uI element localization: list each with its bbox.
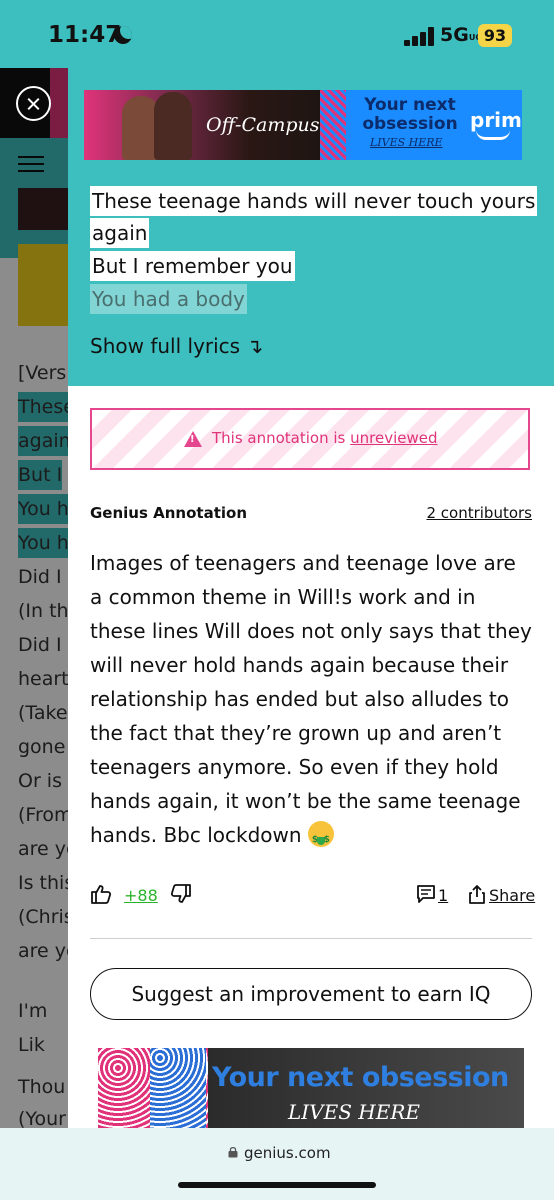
signal-icon <box>404 26 436 46</box>
battery-icon: 93 <box>478 24 512 47</box>
lock-icon <box>228 1146 238 1158</box>
warning-icon <box>184 431 202 447</box>
modal-overlay[interactable] <box>0 68 68 1128</box>
ad-tagline: LIVES HERE <box>288 1100 420 1124</box>
ad-pattern <box>150 1048 206 1128</box>
thumbs-down-icon[interactable] <box>170 884 192 904</box>
contributors-link[interactable]: 2 contributors <box>426 504 532 522</box>
show-full-lyrics-link[interactable]: Show full lyrics ↴ <box>90 334 263 358</box>
annotation-panel: Off-Campus Your next obsession LIVES HER… <box>68 68 554 1128</box>
unreviewed-warning: This annotation is unreviewed <box>90 408 530 470</box>
share-button[interactable]: Share <box>489 886 535 905</box>
ad-promo: Your next obsession LIVES HERE <box>208 1048 524 1128</box>
status-bar: 11:47 5GUC 93 <box>0 0 554 68</box>
prime-logo: prime <box>470 108 522 132</box>
ad-show-image: Off-Campus <box>84 90 320 160</box>
background-page: [VersTheseagainBut IYou hYou hDid I(In t… <box>0 68 68 1128</box>
moon-icon <box>114 26 132 44</box>
annotation-actions: +88 1 Share <box>90 880 535 910</box>
network-label: 5GUC <box>440 24 482 46</box>
status-time: 11:47 <box>48 22 122 48</box>
annotation-label: Genius Annotation <box>90 504 247 522</box>
unreviewed-link[interactable]: unreviewed <box>350 429 437 447</box>
bottom-banner-ad[interactable]: Your next obsession LIVES HERE <box>98 1048 524 1128</box>
ad-tagline: LIVES HERE <box>370 136 443 149</box>
share-icon[interactable] <box>468 884 486 904</box>
money-mouth-face-icon <box>307 821 334 857</box>
suggest-improvement-button[interactable]: Suggest an improvement to earn IQ <box>90 968 532 1020</box>
warning-text: This annotation is unreviewed <box>212 429 438 447</box>
prime-smile-icon <box>476 130 510 140</box>
thumbs-up-icon[interactable] <box>90 884 112 904</box>
ad-promo: Your next obsession LIVES HERE prime <box>320 90 522 160</box>
annotation-body: Images of teenagers and teenage love are… <box>90 546 534 857</box>
divider <box>90 938 532 939</box>
url-bar[interactable]: genius.com <box>244 1144 331 1162</box>
comment-icon[interactable] <box>416 884 436 904</box>
lyric-line: But I remember you <box>90 251 295 281</box>
comment-count[interactable]: 1 <box>438 886 448 905</box>
home-indicator[interactable] <box>178 1182 376 1188</box>
lyric-line: again <box>90 218 150 248</box>
close-icon[interactable] <box>16 86 51 121</box>
annotation-header: Off-Campus Your next obsession LIVES HER… <box>68 68 554 386</box>
browser-bottom-bar: genius.com <box>0 1128 554 1200</box>
lyric-line: You had a body <box>90 284 247 314</box>
lyric-line: These teenage hands will never touch you… <box>90 186 538 216</box>
ad-headline: Your next obsession <box>362 95 458 134</box>
top-banner-ad[interactable]: Off-Campus Your next obsession LIVES HER… <box>84 90 522 160</box>
ad-headline: Your next obsession <box>212 1062 509 1093</box>
ad-show-title: Off-Campus <box>206 114 320 136</box>
upvote-count[interactable]: +88 <box>124 886 158 905</box>
